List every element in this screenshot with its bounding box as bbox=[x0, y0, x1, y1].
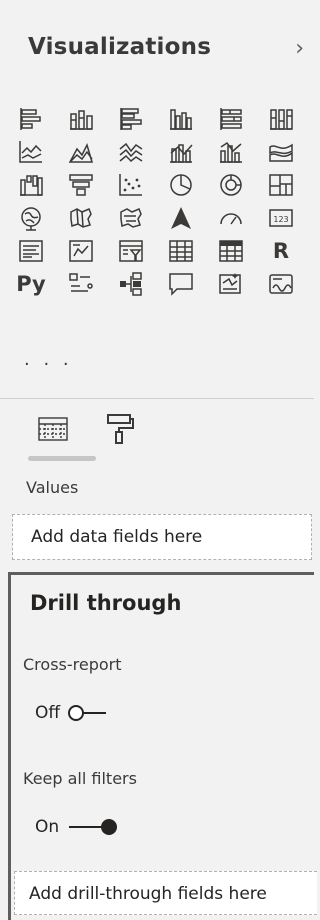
ribbon-chart-icon[interactable] bbox=[264, 137, 298, 167]
clustered-column-chart-icon[interactable] bbox=[164, 104, 198, 134]
cross-report-state: Off bbox=[35, 703, 61, 723]
python-visual-label: Py bbox=[16, 272, 46, 296]
slicer-icon[interactable] bbox=[114, 236, 148, 266]
python-visual-icon[interactable]: Py bbox=[14, 269, 48, 299]
toggle-off-icon bbox=[68, 705, 107, 721]
treemap-icon[interactable] bbox=[264, 170, 298, 200]
divider bbox=[0, 398, 314, 399]
cross-report-label: Cross-report bbox=[23, 655, 122, 674]
r-visual-label: R bbox=[272, 239, 290, 263]
paginated-report-icon[interactable] bbox=[264, 269, 298, 299]
pane-title: Visualizations bbox=[28, 34, 212, 60]
keep-all-filters-toggle[interactable]: On bbox=[35, 815, 121, 839]
values-field-well[interactable]: Add data fields here bbox=[12, 514, 312, 560]
stacked-bar-chart-icon[interactable] bbox=[14, 104, 48, 134]
stacked-area-chart-icon[interactable] bbox=[114, 137, 148, 167]
r-visual-icon[interactable]: R bbox=[264, 236, 298, 266]
more-visuals-button[interactable]: · · · bbox=[24, 354, 73, 375]
map-icon[interactable] bbox=[14, 203, 48, 233]
visualizations-pane: Visualizations › 123 R Py · · · Values A… bbox=[0, 0, 317, 920]
pane-header: Visualizations › bbox=[28, 34, 304, 68]
clustered-bar-chart-icon[interactable] bbox=[114, 104, 148, 134]
decomposition-tree-icon[interactable] bbox=[114, 269, 148, 299]
line-and-clustered-column-chart-icon[interactable] bbox=[214, 137, 248, 167]
card-icon[interactable]: 123 bbox=[264, 203, 298, 233]
shape-map-icon[interactable] bbox=[114, 203, 148, 233]
100-percent-stacked-column-chart-icon[interactable] bbox=[264, 104, 298, 134]
values-label: Values bbox=[26, 478, 79, 497]
matrix-icon[interactable] bbox=[214, 236, 248, 266]
table-icon[interactable] bbox=[164, 236, 198, 266]
waterfall-chart-icon[interactable] bbox=[14, 170, 48, 200]
kpi-icon[interactable] bbox=[64, 236, 98, 266]
cross-report-toggle[interactable]: Off bbox=[35, 701, 122, 725]
key-influencers-icon[interactable] bbox=[64, 269, 98, 299]
keep-all-filters-label: Keep all filters bbox=[23, 769, 137, 788]
format-paint-roller-icon[interactable] bbox=[102, 412, 136, 446]
expand-pane-chevron-icon[interactable]: › bbox=[295, 36, 304, 61]
line-chart-icon[interactable] bbox=[14, 137, 48, 167]
gauge-icon[interactable] bbox=[214, 203, 248, 233]
line-and-stacked-column-chart-icon[interactable] bbox=[164, 137, 198, 167]
toggle-on-icon bbox=[69, 819, 118, 835]
fields-tab-icon[interactable] bbox=[36, 412, 70, 446]
drill-through-field-well[interactable]: Add drill-through fields here bbox=[14, 871, 317, 915]
stacked-column-chart-icon[interactable] bbox=[64, 104, 98, 134]
filled-map-icon[interactable] bbox=[64, 203, 98, 233]
smart-narrative-icon[interactable] bbox=[214, 269, 248, 299]
azure-map-icon[interactable] bbox=[164, 203, 198, 233]
funnel-icon[interactable] bbox=[64, 170, 98, 200]
active-tab-indicator bbox=[28, 456, 96, 461]
keep-all-filters-state: On bbox=[35, 817, 60, 837]
area-chart-icon[interactable] bbox=[64, 137, 98, 167]
100-percent-stacked-bar-chart-icon[interactable] bbox=[214, 104, 248, 134]
qa-icon[interactable] bbox=[164, 269, 198, 299]
drill-through-section: Drill through Cross-report Off Keep all … bbox=[8, 572, 317, 920]
scatter-chart-icon[interactable] bbox=[114, 170, 148, 200]
visual-gallery: 123 R Py bbox=[14, 104, 304, 302]
donut-chart-icon[interactable] bbox=[214, 170, 248, 200]
pane-tabs bbox=[28, 412, 156, 464]
multi-row-card-icon[interactable] bbox=[14, 236, 48, 266]
svg-text:123: 123 bbox=[273, 215, 288, 224]
drill-through-title: Drill through bbox=[30, 591, 182, 615]
pie-chart-icon[interactable] bbox=[164, 170, 198, 200]
